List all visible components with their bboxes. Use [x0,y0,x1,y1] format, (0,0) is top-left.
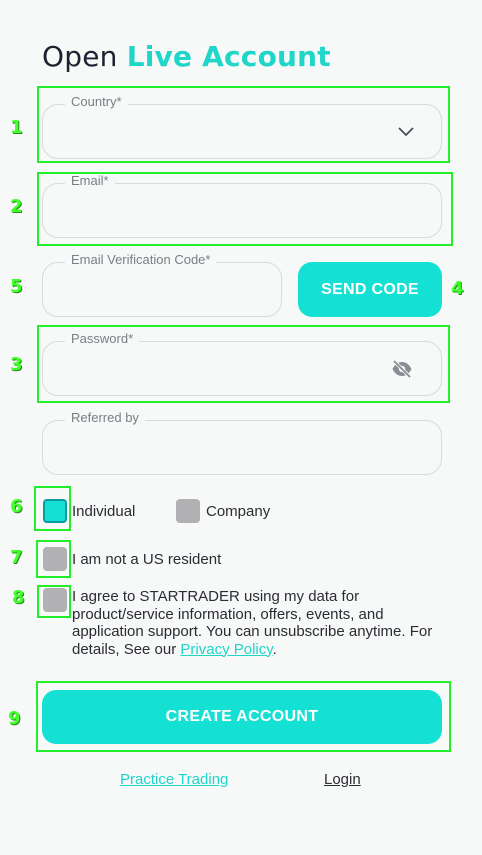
agree-text: I agree to STARTRADER using my data for … [72,588,444,658]
title-accent: Live Account [126,40,331,73]
verification-code-input[interactable] [63,277,261,303]
referred-by-input[interactable] [63,435,421,461]
highlight-box-7 [36,540,71,578]
annotation-number-4: 4 [451,278,464,299]
company-checkbox[interactable] [176,499,200,523]
referred-by-label: Referred by [65,410,145,425]
annotation-number-5: 5 [10,276,23,297]
highlight-box-2 [37,172,453,246]
highlight-box-1 [37,86,450,163]
title-prefix: Open [42,40,118,73]
annotation-number-2: 2 [10,196,23,217]
annotation-number-6: 6 [10,496,23,517]
referred-by-field[interactable]: Referred by [42,410,442,475]
agree-text-end: . [272,640,277,658]
login-link[interactable]: Login [324,771,361,788]
highlight-box-9 [36,681,451,752]
company-label: Company [206,503,271,520]
practice-trading-link[interactable]: Practice Trading [120,771,228,788]
highlight-box-6 [34,486,71,531]
individual-label: Individual [72,503,136,520]
privacy-policy-link[interactable]: Privacy Policy [180,641,272,658]
highlight-box-3 [37,325,450,403]
us-resident-label: I am not a US resident [72,551,222,568]
annotation-number-3: 3 [10,354,23,375]
annotation-number-9: 9 [8,708,21,729]
verification-code-field[interactable]: Email Verification Code* [42,252,282,317]
send-code-button[interactable]: SEND CODE [298,262,442,317]
annotation-number-7: 7 [10,547,23,568]
verification-code-label: Email Verification Code* [65,252,217,267]
page-title: Open Live Account [42,40,331,73]
highlight-box-8 [37,585,71,618]
annotation-number-1: 1 [10,117,23,138]
annotation-number-8: 8 [12,587,25,608]
